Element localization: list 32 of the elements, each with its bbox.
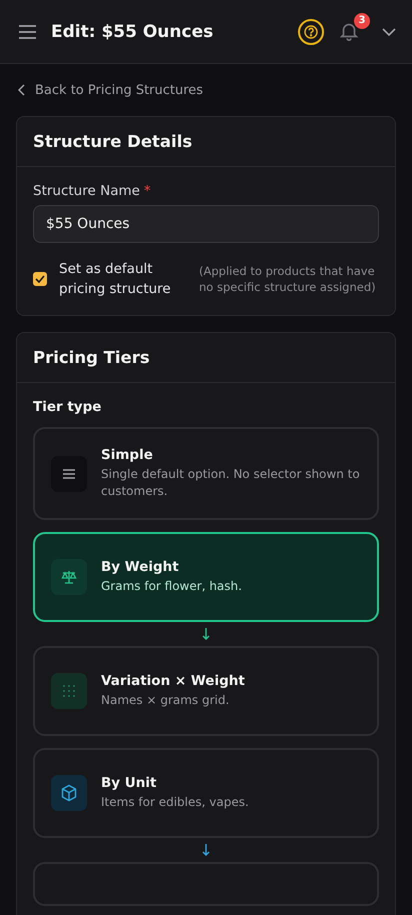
structure-name-field[interactable]: $55 Ounces: [33, 205, 379, 243]
default-checkbox[interactable]: [33, 272, 47, 286]
checkbox-hint: (Applied to products that have no specific structure assigned): [199, 263, 377, 295]
tier-option[interactable]: By Weight Grams for flower, hash.: [33, 532, 379, 622]
card-title: Pricing Tiers: [17, 333, 395, 383]
option-description: Grams for flower, hash.: [101, 578, 242, 595]
back-link[interactable]: Back to Pricing Structures: [18, 80, 204, 100]
chevron-left-icon: [18, 84, 25, 96]
checkbox-label: Set as default pricing structure: [59, 260, 172, 299]
option-title: Variation × Weight: [101, 673, 245, 689]
option-description: Single default option. No selector shown to customers.: [101, 466, 361, 500]
cube-icon: [60, 784, 78, 802]
field-label: Structure Name: [33, 183, 140, 199]
tier-option[interactable]: Variation × Weight Names × grams grid.: [33, 646, 379, 736]
tier-option[interactable]: By Unit Items for edibles, vapes.: [33, 748, 379, 838]
notification-badge: 3: [354, 12, 370, 28]
card-title: Structure Details: [17, 117, 395, 167]
required-mark: *: [144, 183, 151, 199]
tier-option[interactable]: Simple Single default option. No selector shown to customers.: [33, 427, 379, 520]
page-title: Edit: $55 Ounces: [51, 22, 214, 42]
option-title: By Weight: [101, 559, 180, 575]
option-title: By Unit: [101, 775, 158, 791]
dot-grid-icon: [63, 685, 75, 697]
scale-icon: [61, 569, 77, 585]
menu-icon[interactable]: [18, 24, 37, 38]
chevron-down-icon[interactable]: [382, 28, 396, 36]
section-label: Tier type: [33, 399, 102, 415]
menu-icon: [62, 468, 76, 478]
option-title: Simple: [101, 447, 154, 463]
option-description: Items for edibles, vapes.: [101, 794, 249, 811]
help-icon[interactable]: [298, 18, 324, 44]
option-description: Names × grams grid.: [101, 692, 230, 709]
